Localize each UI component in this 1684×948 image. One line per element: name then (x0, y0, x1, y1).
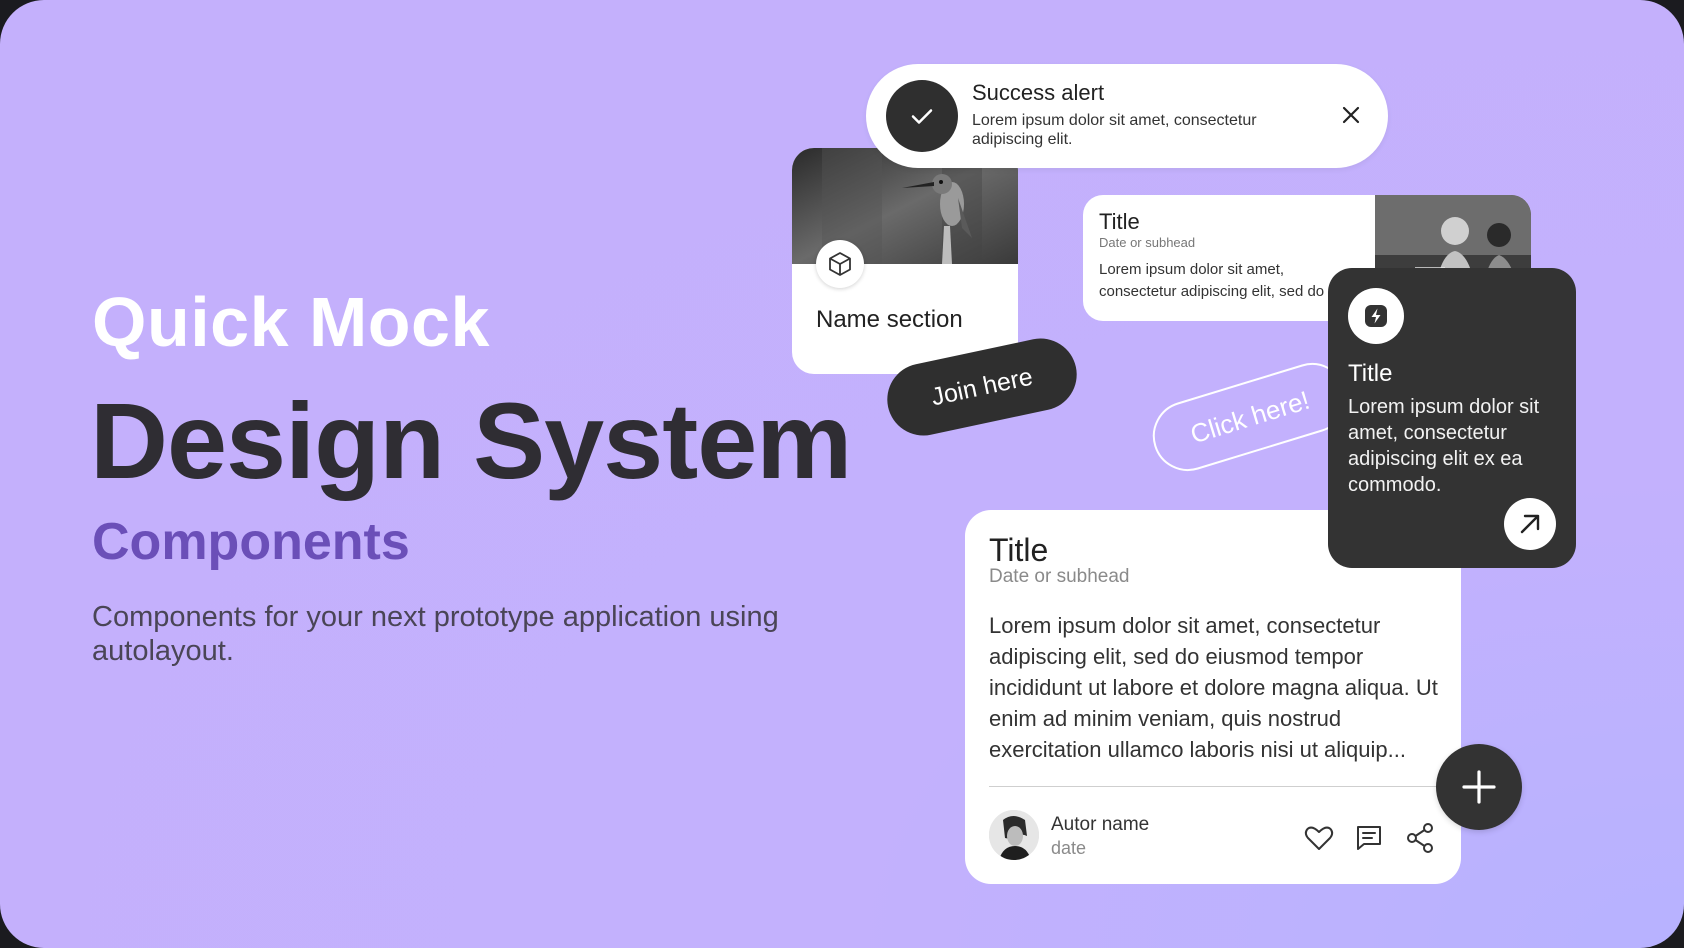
divider (989, 786, 1439, 787)
alert-text: Lorem ipsum dolor sit amet, consectetur … (972, 112, 1257, 148)
article-card-subhead: Date or subhead (989, 566, 1130, 587)
close-icon[interactable] (1336, 100, 1366, 130)
small-card-body: Lorem ipsum dolor sit amet, consectetur … (1099, 259, 1364, 303)
hero-banner: Quick Mock Design System Components Comp… (0, 0, 1684, 948)
author-name: Autor name (1051, 814, 1150, 835)
heart-icon[interactable] (1303, 822, 1335, 854)
check-icon (886, 80, 958, 152)
image-card-label: Name section (816, 306, 963, 333)
small-card-body-text: Lorem ipsum dolor sit amet, consectetur … (1099, 261, 1325, 300)
hero-subtitle: Components (92, 513, 410, 571)
article-card-body: Lorem ipsum dolor sit amet, consectetur … (989, 613, 1438, 762)
author-date: date (1051, 838, 1087, 858)
bolt-icon (1365, 305, 1387, 327)
image-card[interactable]: Name section (792, 148, 1018, 374)
avatar[interactable] (989, 810, 1039, 860)
success-alert: Success alert Lorem ipsum dolor sit amet… (866, 64, 1388, 168)
hero-eyebrow: Quick Mock (92, 283, 490, 361)
dark-card-body: Lorem ipsum dolor sit amet, consectetur … (1348, 396, 1540, 496)
add-fab-button[interactable] (1436, 744, 1522, 830)
alert-title: Success alert (972, 80, 1105, 105)
article-card-title: Title (989, 532, 1049, 568)
dark-card[interactable]: Title Lorem ipsum dolor sit amet, consec… (1328, 268, 1576, 568)
hero-title: Design System (90, 380, 852, 501)
small-card-subhead: Date or subhead (1099, 235, 1196, 250)
hero-description: Components for your next prototype appli… (92, 601, 779, 667)
small-card-title: Title (1099, 209, 1140, 234)
click-here-button[interactable]: Click here! (1144, 354, 1356, 480)
bolt-icon-badge (1348, 288, 1404, 344)
cube-icon-badge (816, 240, 864, 288)
share-icon[interactable] (1405, 822, 1435, 854)
dark-card-title: Title (1348, 360, 1393, 387)
comment-icon[interactable] (1353, 822, 1385, 854)
cube-icon (829, 252, 851, 276)
plus-icon (1462, 770, 1496, 804)
arrow-up-right-icon[interactable] (1504, 498, 1556, 550)
